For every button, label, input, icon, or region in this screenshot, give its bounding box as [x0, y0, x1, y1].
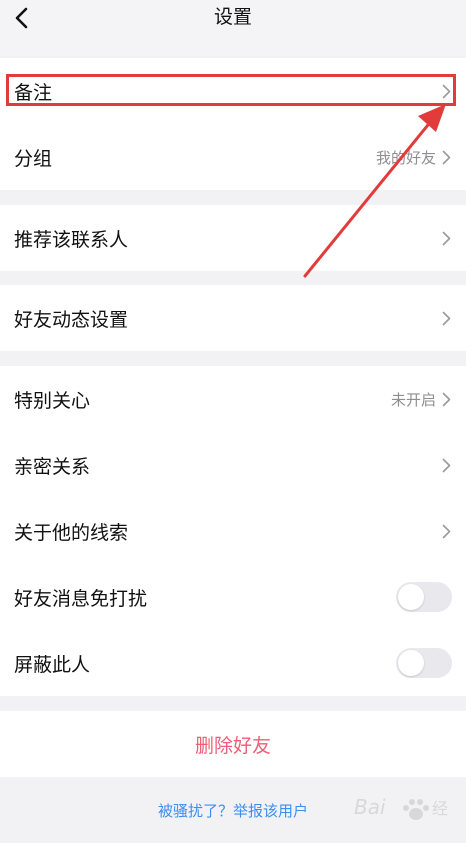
row-label: 备注 [14, 81, 53, 104]
row-intimate-relationship[interactable]: 亲密关系 [0, 432, 466, 498]
chevron-right-icon [440, 83, 452, 99]
chevron-right-icon [440, 310, 452, 326]
row-label: 分组 [14, 147, 53, 170]
toggle-knob [398, 650, 424, 676]
delete-friend-button[interactable]: 删除好友 [0, 711, 466, 777]
mute-messages-toggle[interactable] [396, 582, 452, 612]
row-value: 未开启 [390, 390, 436, 409]
svg-text:Bai: Bai [354, 795, 386, 819]
chevron-right-icon [440, 149, 452, 165]
row-mute-messages: 好友消息免打扰 [0, 564, 466, 630]
row-label: 亲密关系 [14, 455, 91, 478]
baidu-watermark-icon: Bai 经 [354, 795, 448, 820]
settings-group-recommend: 推荐该联系人 [0, 205, 466, 271]
row-value: 我的好友 [375, 148, 436, 167]
row-label: 屏蔽此人 [14, 653, 91, 676]
row-recommend-contact[interactable]: 推荐该联系人 [0, 205, 466, 271]
settings-group-relationship: 特别关心 未开启 亲密关系 关于他的线索 好友消息免打扰 屏蔽此人 [0, 366, 466, 696]
row-block-person: 屏蔽此人 [0, 630, 466, 696]
row-label: 特别关心 [14, 389, 91, 412]
row-label: 好友动态设置 [14, 308, 129, 331]
settings-group-basic: 备注 分组 我的好友 [0, 58, 466, 190]
toggle-knob [398, 584, 424, 610]
chevron-right-icon [440, 457, 452, 473]
row-friend-moments-settings[interactable]: 好友动态设置 [0, 285, 466, 351]
row-label: 关于他的线索 [14, 521, 129, 544]
delete-friend-group: 删除好友 [0, 711, 466, 777]
row-special-care[interactable]: 特别关心 未开启 [0, 366, 466, 432]
chevron-right-icon [440, 230, 452, 246]
row-group[interactable]: 分组 我的好友 [0, 124, 466, 190]
row-label: 好友消息免打扰 [14, 587, 148, 610]
row-remark[interactable]: 备注 [0, 58, 466, 124]
delete-friend-label: 删除好友 [194, 734, 271, 757]
chevron-right-icon [440, 391, 452, 407]
chevron-right-icon [440, 523, 452, 539]
block-person-toggle[interactable] [396, 648, 452, 678]
row-label: 推荐该联系人 [14, 228, 129, 251]
svg-text:经: 经 [432, 799, 448, 818]
nav-header: 设置 [0, 0, 466, 56]
page-title: 设置 [213, 6, 252, 28]
row-clues-about-him[interactable]: 关于他的线索 [0, 498, 466, 564]
settings-group-moments: 好友动态设置 [0, 285, 466, 351]
